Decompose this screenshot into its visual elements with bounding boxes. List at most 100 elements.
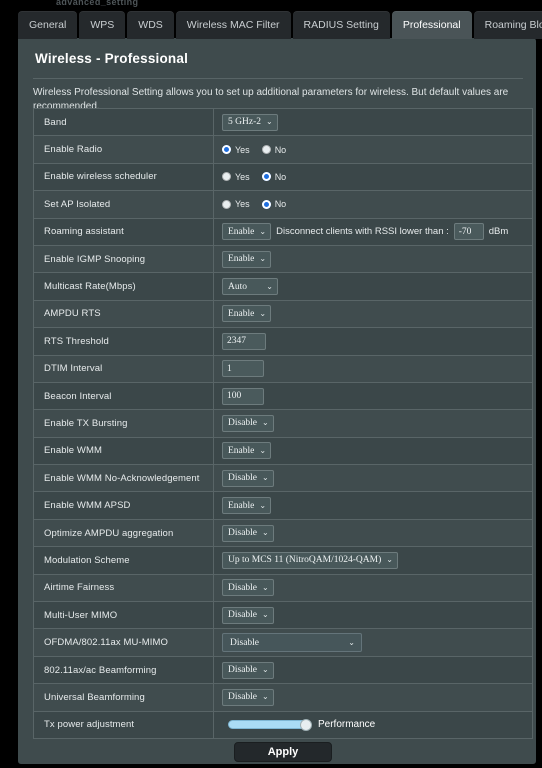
value-beamforming-ax: Disable ⌄ — [214, 657, 532, 683]
roaming-assistant-select[interactable]: Enable ⌄ — [222, 223, 272, 241]
chevron-down-icon: ⌄ — [262, 610, 269, 620]
enable-radio-no[interactable]: No — [261, 145, 286, 155]
label-wmm-apsd: Enable WMM APSD — [34, 492, 214, 519]
label-beacon-interval: Beacon Interval — [34, 382, 214, 410]
chevron-down-icon: ⌄ — [259, 226, 267, 236]
tab-roaming-block-list[interactable]: Roaming Block List — [473, 11, 542, 39]
optimize-ampdu-select[interactable]: Disable ⌄ — [222, 524, 274, 542]
tab-wireless-mac-filter[interactable]: Wireless MAC Filter — [175, 11, 291, 39]
ampdu-rts-select[interactable]: Enable ⌄ — [222, 305, 272, 323]
value-airtime-fairness: Disable ⌄ — [214, 575, 532, 601]
enable-radio-yes[interactable]: Yes — [222, 145, 250, 155]
wireless-scheduler-no-label: No — [274, 171, 287, 182]
beacon-interval-input[interactable] — [222, 387, 264, 405]
value-igmp-snooping: Enable ⌄ — [214, 246, 532, 272]
chevron-down-icon: ⌄ — [262, 665, 269, 674]
label-rts-threshold: RTS Threshold — [34, 328, 214, 355]
chevron-down-icon: ⌄ — [262, 473, 269, 483]
value-ap-isolated: Yes No — [214, 191, 532, 217]
label-igmp-snooping: Enable IGMP Snooping — [34, 245, 214, 273]
wireless-scheduler-radio-group: Yes No — [222, 172, 286, 182]
apply-button[interactable]: Apply — [234, 742, 332, 762]
tab-professional-label: Professional — [402, 19, 461, 31]
radio-dot-selected-icon — [222, 145, 231, 155]
tab-roaming-block-list-label: Roaming Block List — [484, 19, 542, 31]
band-select[interactable]: 5 GHz-2 ⌄ — [222, 113, 278, 131]
row-beamforming-ax: 802.11ax/ac Beamforming Disable ⌄ — [34, 656, 532, 685]
ap-isolated-no-label: No — [274, 199, 287, 210]
roaming-assistant-note: Disconnect clients with RSSI lower than … — [276, 226, 449, 238]
value-multicast-rate: Auto ⌄ — [214, 273, 532, 299]
label-mu-mimo: Multi-User MIMO — [34, 602, 214, 629]
tx-power-slider-knob[interactable] — [300, 719, 312, 732]
mu-mimo-select[interactable]: Disable ⌄ — [222, 606, 274, 624]
wmm-noack-select[interactable]: Disable ⌄ — [222, 469, 274, 487]
label-wmm: Enable WMM — [34, 437, 214, 465]
value-dtim-interval — [214, 356, 532, 382]
label-ofdma: OFDMA/802.11ax MU-MIMO — [34, 629, 214, 656]
row-wmm: Enable WMM Enable ⌄ — [34, 437, 532, 466]
value-band: 5 GHz-2 ⌄ — [214, 109, 532, 135]
chevron-down-icon: ⌄ — [348, 637, 355, 647]
value-wmm-noack: Disable ⌄ — [214, 465, 532, 491]
row-wireless-scheduler: Enable wireless scheduler Yes No — [34, 163, 532, 192]
wmm-apsd-select[interactable]: Enable ⌄ — [222, 497, 272, 515]
ampdu-rts-select-value: Enable — [228, 308, 255, 319]
roaming-assistant-select-value: Enable — [228, 226, 255, 237]
row-wmm-noack: Enable WMM No-Acknowledgement Disable ⌄ — [34, 465, 532, 493]
tab-professional[interactable]: Professional — [391, 11, 472, 39]
label-wmm-noack: Enable WMM No-Acknowledgement — [34, 465, 214, 492]
row-tx-power-adjustment: Tx power adjustment Performance — [34, 711, 532, 739]
universal-beamforming-select[interactable]: Disable ⌄ — [222, 688, 274, 706]
tab-wds-label: WDS — [138, 19, 163, 31]
label-tx-power-adjustment: Tx power adjustment — [34, 711, 214, 738]
enable-radio-yes-label: Yes — [235, 144, 250, 155]
modulation-scheme-select[interactable]: Up to MCS 11 (NitroQAM/1024-QAM) ⌄ — [222, 551, 398, 569]
label-ap-isolated: Set AP Isolated — [34, 191, 214, 218]
wireless-scheduler-no[interactable]: No — [261, 171, 287, 182]
chevron-down-icon: ⌄ — [259, 308, 267, 318]
radio-dot-icon — [222, 199, 231, 209]
radio-dot-selected-icon — [261, 172, 271, 182]
top-breadcrumb-text: advanced_setting — [56, 0, 139, 7]
ap-isolated-yes-label: Yes — [235, 199, 250, 210]
ap-isolated-radio-group: Yes No — [222, 199, 286, 209]
tx-bursting-select[interactable]: Disable ⌄ — [222, 414, 274, 432]
wmm-select[interactable]: Enable ⌄ — [222, 442, 272, 460]
page-title: Wireless - Professional — [35, 51, 189, 66]
wireless-scheduler-yes[interactable]: Yes — [222, 172, 250, 182]
modulation-scheme-select-value: Up to MCS 11 (NitroQAM/1024-QAM) — [228, 555, 382, 566]
multicast-rate-select[interactable]: Auto ⌄ — [222, 278, 278, 296]
title-divider — [33, 78, 523, 79]
igmp-snooping-select[interactable]: Enable ⌄ — [222, 250, 272, 268]
tab-wps[interactable]: WPS — [79, 11, 126, 39]
dtim-interval-input[interactable] — [222, 360, 264, 378]
chevron-down-icon: ⌄ — [262, 528, 269, 538]
chevron-down-icon: ⌄ — [259, 254, 267, 264]
chevron-down-icon: ⌄ — [262, 692, 269, 702]
tab-radius-setting-label: RADIUS Setting — [303, 19, 379, 31]
tx-power-slider-label: Performance — [318, 719, 376, 731]
tx-power-slider[interactable] — [228, 719, 312, 732]
tx-bursting-select-value: Disable — [228, 418, 258, 429]
value-universal-beamforming: Disable ⌄ — [214, 684, 532, 710]
label-wireless-scheduler: Enable wireless scheduler — [34, 163, 214, 191]
ap-isolated-yes[interactable]: Yes — [222, 199, 250, 209]
ap-isolated-no[interactable]: No — [261, 199, 287, 210]
value-wireless-scheduler: Yes No — [214, 164, 532, 190]
ofdma-select[interactable]: Disable ⌄ — [222, 633, 362, 653]
beamforming-ax-select[interactable]: Disable ⌄ — [222, 661, 274, 679]
tab-radius-setting[interactable]: RADIUS Setting — [292, 11, 390, 39]
label-beamforming-ax: 802.11ax/ac Beamforming — [34, 656, 214, 684]
tab-wds[interactable]: WDS — [127, 11, 174, 39]
row-rts-threshold: RTS Threshold — [34, 328, 532, 356]
wmm-apsd-select-value: Enable — [228, 500, 255, 511]
tab-general[interactable]: General — [18, 11, 78, 39]
rts-threshold-input[interactable] — [222, 332, 266, 350]
igmp-snooping-select-value: Enable — [228, 254, 255, 265]
wmm-noack-select-value: Disable — [228, 473, 258, 484]
value-beacon-interval — [214, 383, 532, 409]
roaming-rssi-input[interactable] — [453, 223, 484, 241]
airtime-fairness-select[interactable]: Disable ⌄ — [222, 579, 274, 597]
apply-bar: Apply — [33, 741, 533, 763]
